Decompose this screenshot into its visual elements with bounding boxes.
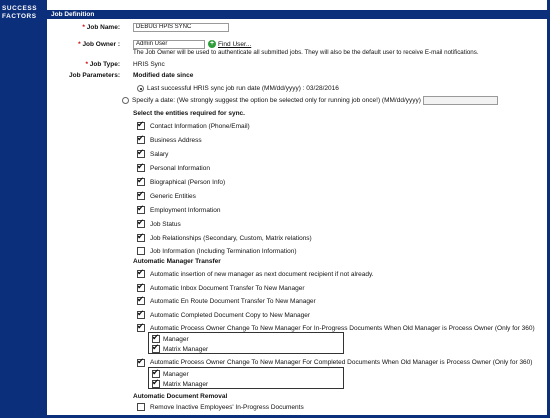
job-name-label: * Job Name:	[82, 24, 120, 31]
manager-transfer-label: Automatic Completed Document Copy to New…	[150, 312, 311, 319]
manager-transfer-checkbox[interactable]	[137, 309, 145, 319]
job-owner-label: * Job Owner :	[78, 41, 120, 48]
manager-transfer-label: Automatic Process Owner Change To New Ma…	[150, 359, 533, 366]
entity-label: Job Status	[150, 221, 181, 228]
entity-label: Contact Information (Phone/Email)	[150, 123, 250, 130]
job-type-value: HRIS Sync	[133, 61, 165, 68]
document-removal-heading: Automatic Document Removal	[133, 393, 228, 400]
window-frame	[0, 0, 550, 418]
entity-label: Salary	[150, 151, 169, 158]
manager-transfer-label: Automatic insertion of new manager as ne…	[150, 271, 374, 278]
job-name-input[interactable]: DEBUG HPIS SYNC	[133, 23, 229, 32]
entities-heading: Select the entities required for sync.	[133, 110, 245, 117]
manager-transfer-checkbox[interactable]	[137, 282, 145, 292]
sidebar: SUCCESS FACTORS	[0, 0, 47, 418]
manager-transfer-checkbox[interactable]	[137, 357, 145, 367]
sub-option-checkbox[interactable]	[152, 343, 160, 353]
manager-transfer-checkbox[interactable]	[137, 295, 145, 305]
entity-checkbox[interactable]	[137, 148, 145, 158]
job-parameters-label: Job Parameters:	[69, 72, 120, 79]
entity-label: Biographical (Person Info)	[150, 179, 226, 186]
find-user-link[interactable]: Find User...	[218, 41, 251, 48]
entity-checkbox[interactable]	[137, 247, 145, 255]
removal-checkbox[interactable]	[137, 403, 145, 411]
entity-checkbox[interactable]	[137, 218, 145, 228]
entity-checkbox[interactable]	[137, 190, 145, 200]
manager-transfer-heading: Automatic Manager Transfer	[133, 258, 221, 265]
job-type-label: * Job Type:	[85, 61, 120, 68]
sub-option-checkbox[interactable]	[152, 333, 160, 343]
entity-label: Personal Information	[150, 165, 210, 172]
job-owner-note: The Job Owner will be used to authentica…	[133, 49, 479, 56]
manager-transfer-label: Automatic Inbox Document Transfer To New…	[150, 285, 305, 292]
add-icon: +	[208, 40, 216, 48]
date-input[interactable]	[423, 96, 498, 105]
entity-label: Job Information (Including Termination I…	[150, 248, 297, 255]
entity-label: Employment Information	[150, 207, 221, 214]
manager-transfer-label: Automatic Process Owner Change To New Ma…	[150, 325, 535, 332]
sub-option-label: Matrix Manager	[163, 346, 209, 353]
entity-label: Job Relationships (Secondary, Custom, Ma…	[150, 235, 312, 242]
entity-checkbox[interactable]	[137, 120, 145, 130]
entity-checkbox[interactable]	[137, 204, 145, 214]
sub-option-label: Manager	[163, 371, 189, 378]
sub-option-checkbox[interactable]	[152, 368, 160, 378]
sub-option-checkbox[interactable]	[152, 378, 160, 388]
radio-specify-date[interactable]	[122, 97, 129, 104]
job-owner-input[interactable]: Admin User	[133, 40, 205, 49]
manager-transfer-checkbox[interactable]	[137, 322, 145, 332]
entity-checkbox[interactable]	[137, 162, 145, 172]
manager-transfer-label: Automatic En Route Document Transfer To …	[150, 298, 316, 305]
entity-label: Generic Entities	[150, 193, 196, 200]
successfactors-logo: SUCCESS FACTORS	[2, 5, 38, 20]
entity-checkbox[interactable]	[137, 176, 145, 186]
radio-last-run[interactable]	[137, 85, 144, 92]
sub-option-label: Matrix Manager	[163, 381, 209, 388]
find-user-button[interactable]: + Find User...	[208, 40, 251, 48]
sub-option-label: Manager	[163, 336, 189, 343]
entity-checkbox[interactable]	[137, 134, 145, 144]
section-header: Job Definition	[47, 10, 550, 19]
modified-date-heading: Modified date since	[133, 72, 194, 79]
manager-transfer-checkbox[interactable]	[137, 268, 145, 278]
radio-last-run-label: Last successful HRIS sync job run date (…	[147, 85, 339, 92]
entity-checkbox[interactable]	[137, 232, 145, 242]
removal-label: Remove Inactive Employees' In-Progress D…	[150, 404, 304, 411]
entity-label: Business Address	[150, 137, 202, 144]
radio-specify-date-label: Specify a date: (We strongly suggest the…	[132, 97, 421, 104]
